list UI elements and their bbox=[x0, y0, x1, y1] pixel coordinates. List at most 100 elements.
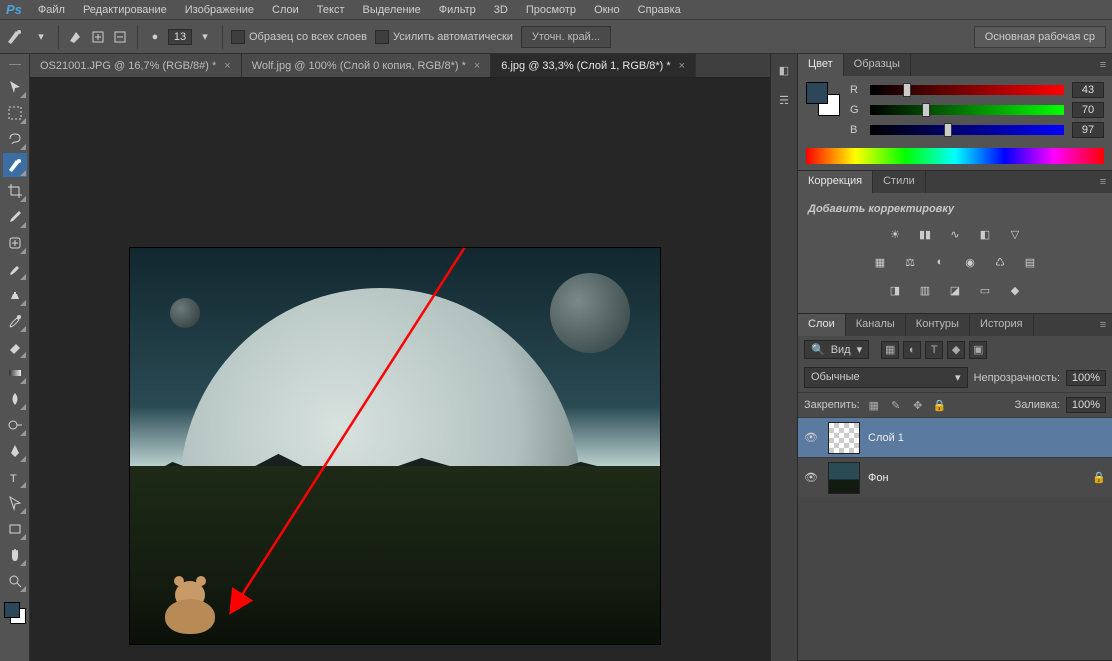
brush-size-group[interactable]: ● 13 ▾ bbox=[146, 28, 214, 46]
brush-size-value[interactable]: 13 bbox=[168, 29, 192, 45]
eraser-tool[interactable] bbox=[3, 335, 27, 359]
menu-select[interactable]: Выделение bbox=[355, 2, 429, 18]
lasso-tool[interactable] bbox=[3, 127, 27, 151]
document-tab[interactable]: 6.jpg @ 33,3% (Слой 1, RGB/8*) *× bbox=[491, 54, 696, 77]
brush-tool[interactable] bbox=[3, 257, 27, 281]
lock-all-icon[interactable]: 🔒 bbox=[932, 397, 948, 413]
menu-help[interactable]: Справка bbox=[630, 2, 689, 18]
posterize-icon[interactable]: ▥ bbox=[914, 279, 936, 301]
menu-image[interactable]: Изображение bbox=[177, 2, 262, 18]
quick-selection-tool[interactable] bbox=[3, 153, 27, 177]
invert-icon[interactable]: ◨ bbox=[884, 279, 906, 301]
tab-layers[interactable]: Слои bbox=[798, 314, 846, 336]
collapsed-panel-icon[interactable]: ☴ bbox=[774, 90, 794, 110]
sample-all-layers-checkbox[interactable] bbox=[231, 30, 245, 44]
vibrance-icon[interactable]: ▽ bbox=[1004, 223, 1026, 245]
close-icon[interactable]: × bbox=[224, 60, 230, 72]
color-spectrum[interactable] bbox=[806, 148, 1104, 164]
levels-icon[interactable]: ▮▮ bbox=[914, 223, 936, 245]
tab-paths[interactable]: Контуры bbox=[906, 314, 970, 336]
menu-edit[interactable]: Редактирование bbox=[75, 2, 175, 18]
brightness-contrast-icon[interactable]: ☀ bbox=[884, 223, 906, 245]
move-tool[interactable] bbox=[3, 75, 27, 99]
new-selection-icon[interactable] bbox=[67, 28, 85, 46]
value-b[interactable]: 97 bbox=[1072, 122, 1104, 138]
channel-mixer-icon[interactable]: ♺ bbox=[989, 251, 1011, 273]
lock-pixels-icon[interactable]: ✎ bbox=[888, 397, 904, 413]
tab-color[interactable]: Цвет bbox=[798, 54, 844, 76]
brush-size-dropdown-icon[interactable]: ▾ bbox=[196, 28, 214, 46]
value-g[interactable]: 70 bbox=[1072, 102, 1104, 118]
color-lookup-icon[interactable]: ▤ bbox=[1019, 251, 1041, 273]
rectangle-tool[interactable] bbox=[3, 517, 27, 541]
zoom-tool[interactable] bbox=[3, 569, 27, 593]
foreground-color-swatch[interactable] bbox=[806, 82, 828, 104]
exposure-icon[interactable]: ◧ bbox=[974, 223, 996, 245]
clone-stamp-tool[interactable] bbox=[3, 283, 27, 307]
eyedropper-tool[interactable] bbox=[3, 205, 27, 229]
pen-tool[interactable] bbox=[3, 439, 27, 463]
foreground-background-swatches[interactable] bbox=[2, 600, 28, 628]
filter-pixel-icon[interactable]: ▦ bbox=[881, 341, 899, 359]
dodge-tool[interactable] bbox=[3, 413, 27, 437]
layer-thumbnail[interactable] bbox=[828, 462, 860, 494]
panel-menu-icon[interactable]: ≡ bbox=[1094, 171, 1112, 193]
filter-adjust-icon[interactable]: ◐ bbox=[903, 341, 921, 359]
filter-type-icon[interactable]: T bbox=[925, 341, 943, 359]
gradient-tool[interactable] bbox=[3, 361, 27, 385]
slider-g[interactable] bbox=[870, 105, 1064, 115]
close-icon[interactable]: × bbox=[474, 60, 480, 72]
menu-type[interactable]: Текст bbox=[309, 2, 353, 18]
canvas[interactable] bbox=[130, 248, 660, 644]
tab-styles[interactable]: Стили bbox=[873, 171, 926, 193]
filter-shape-icon[interactable]: ◆ bbox=[947, 341, 965, 359]
value-r[interactable]: 43 bbox=[1072, 82, 1104, 98]
canvas-viewport[interactable] bbox=[30, 78, 770, 661]
curves-icon[interactable]: ∿ bbox=[944, 223, 966, 245]
photo-filter-icon[interactable]: ◉ bbox=[959, 251, 981, 273]
document-tab[interactable]: Wolf.jpg @ 100% (Слой 0 копия, RGB/8*) *… bbox=[242, 54, 492, 77]
fill-value[interactable]: 100% bbox=[1066, 397, 1106, 413]
add-selection-icon[interactable] bbox=[89, 28, 107, 46]
marquee-tool[interactable] bbox=[3, 101, 27, 125]
filter-smart-icon[interactable]: ▣ bbox=[969, 341, 987, 359]
menu-window[interactable]: Окно bbox=[586, 2, 628, 18]
color-swatch-pair[interactable] bbox=[806, 82, 840, 116]
layer-thumbnail[interactable] bbox=[828, 422, 860, 454]
layer-row[interactable]: 👁 Слой 1 bbox=[798, 417, 1112, 457]
visibility-icon[interactable]: 👁 bbox=[804, 471, 820, 484]
sample-all-layers-group[interactable]: Образец со всех слоев bbox=[231, 30, 367, 44]
tool-presets-dropdown-icon[interactable]: ▾ bbox=[32, 28, 50, 46]
hue-sat-icon[interactable]: ▦ bbox=[869, 251, 891, 273]
collapsed-panel-icon[interactable]: ◧ bbox=[774, 60, 794, 80]
document-tab[interactable]: OS21001.JPG @ 16,7% (RGB/8#) *× bbox=[30, 54, 242, 77]
menu-file[interactable]: Файл bbox=[30, 2, 73, 18]
healing-brush-tool[interactable] bbox=[3, 231, 27, 255]
layer-name[interactable]: Слой 1 bbox=[868, 432, 904, 444]
selective-color-icon[interactable]: ◆ bbox=[1004, 279, 1026, 301]
foreground-color-swatch[interactable] bbox=[4, 602, 20, 618]
panel-menu-icon[interactable]: ≡ bbox=[1094, 54, 1112, 76]
workspace-switcher[interactable]: Основная рабочая ср bbox=[974, 26, 1106, 48]
visibility-icon[interactable]: 👁 bbox=[804, 431, 820, 444]
layer-filter-kind[interactable]: 🔍Вид▾ bbox=[804, 340, 869, 359]
toolbar-grip[interactable] bbox=[2, 58, 28, 70]
menu-3d[interactable]: 3D bbox=[486, 2, 516, 18]
history-brush-tool[interactable] bbox=[3, 309, 27, 333]
opacity-value[interactable]: 100% bbox=[1066, 370, 1106, 386]
panel-menu-icon[interactable]: ≡ bbox=[1094, 314, 1112, 336]
current-tool-icon[interactable] bbox=[6, 28, 24, 46]
menu-filter[interactable]: Фильтр bbox=[431, 2, 484, 18]
refine-edge-button[interactable]: Уточн. край... bbox=[521, 26, 611, 48]
threshold-icon[interactable]: ◪ bbox=[944, 279, 966, 301]
tab-adjustments[interactable]: Коррекция bbox=[798, 171, 873, 193]
blend-mode-select[interactable]: Обычные▾ bbox=[804, 367, 968, 388]
layer-name[interactable]: Фон bbox=[868, 472, 889, 484]
tab-history[interactable]: История bbox=[970, 314, 1034, 336]
color-balance-icon[interactable]: ⚖ bbox=[899, 251, 921, 273]
auto-enhance-group[interactable]: Усилить автоматически bbox=[375, 30, 513, 44]
hand-tool[interactable] bbox=[3, 543, 27, 567]
menu-view[interactable]: Просмотр bbox=[518, 2, 584, 18]
lock-position-icon[interactable]: ✥ bbox=[910, 397, 926, 413]
layer-row[interactable]: 👁 Фон 🔒 bbox=[798, 457, 1112, 497]
